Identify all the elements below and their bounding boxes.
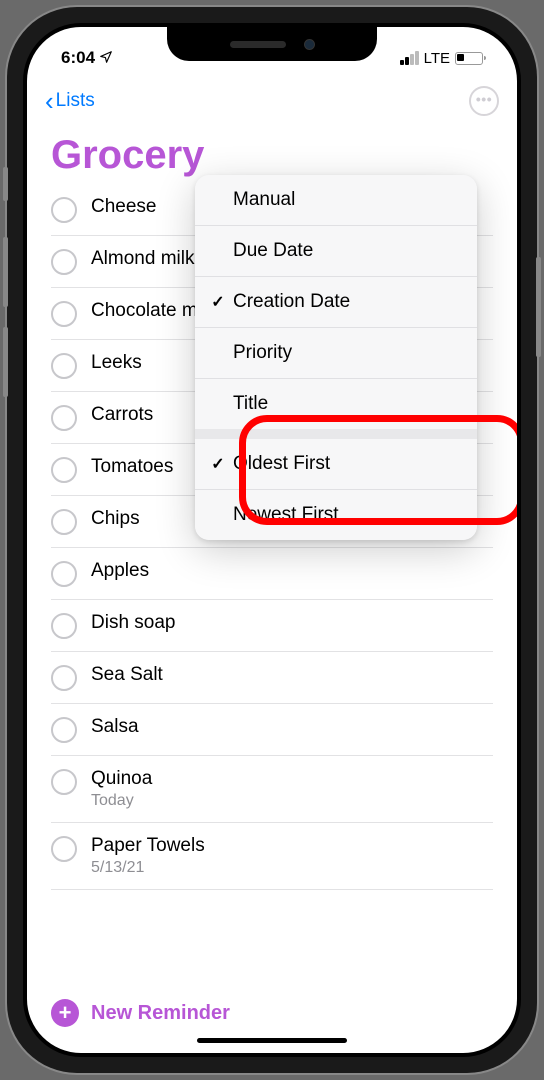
sort-menu-item[interactable]: ✓Creation Date	[195, 277, 477, 328]
menu-divider	[195, 429, 477, 439]
check-icon: ✓	[207, 454, 229, 474]
chevron-left-icon: ‹	[45, 88, 54, 114]
phone-frame: 6:04 LTE ‹ Lists •••	[7, 7, 537, 1073]
home-indicator[interactable]	[197, 1038, 347, 1043]
reminder-title: Sea Salt	[91, 664, 493, 686]
reminder-subtitle: 5/13/21	[91, 859, 493, 877]
network-label: LTE	[424, 50, 450, 67]
sort-menu-item[interactable]: ✓Oldest First	[195, 439, 477, 490]
complete-circle[interactable]	[51, 197, 77, 223]
complete-circle[interactable]	[51, 301, 77, 327]
complete-circle[interactable]	[51, 353, 77, 379]
complete-circle[interactable]	[51, 457, 77, 483]
complete-circle[interactable]	[51, 836, 77, 862]
sort-menu-group-sortby: ✓Manual✓Due Date✓Creation Date✓Priority✓…	[195, 175, 477, 429]
reminder-title: Apples	[91, 560, 493, 582]
location-icon	[99, 50, 113, 67]
reminder-row[interactable]: Quinoa Today	[51, 756, 493, 823]
mute-switch	[3, 167, 8, 201]
check-icon: ✓	[207, 292, 229, 312]
complete-circle[interactable]	[51, 509, 77, 535]
new-reminder-button[interactable]: + New Reminder	[51, 999, 493, 1027]
notch	[167, 27, 377, 61]
nav-bar: ‹ Lists •••	[27, 77, 517, 125]
plus-icon: +	[51, 999, 79, 1027]
complete-circle[interactable]	[51, 249, 77, 275]
list-title: Grocery	[51, 133, 493, 178]
complete-circle[interactable]	[51, 769, 77, 795]
sort-menu-item-label: Due Date	[233, 240, 313, 262]
back-label: Lists	[56, 90, 95, 112]
sort-menu-item-label: Priority	[233, 342, 292, 364]
reminder-title: Salsa	[91, 716, 493, 738]
sort-menu-item[interactable]: ✓Due Date	[195, 226, 477, 277]
battery-icon	[455, 52, 483, 65]
volume-up-button	[3, 237, 8, 307]
reminder-row[interactable]: Dish soap	[51, 600, 493, 652]
screen: 6:04 LTE ‹ Lists •••	[27, 27, 517, 1053]
cellular-signal-icon	[400, 51, 419, 65]
reminder-row[interactable]: Sea Salt	[51, 652, 493, 704]
sort-menu-item-label: Manual	[233, 189, 295, 211]
sort-menu-item[interactable]: ✓Newest First	[195, 490, 477, 540]
reminder-row[interactable]: Paper Towels 5/13/21	[51, 823, 493, 890]
complete-circle[interactable]	[51, 717, 77, 743]
sort-menu-item-label: Oldest First	[233, 453, 330, 475]
new-reminder-label: New Reminder	[91, 1002, 230, 1025]
speaker	[230, 41, 286, 48]
complete-circle[interactable]	[51, 405, 77, 431]
sort-menu-item[interactable]: ✓Manual	[195, 175, 477, 226]
sort-menu-popover: ✓Manual✓Due Date✓Creation Date✓Priority✓…	[195, 175, 477, 540]
reminder-row[interactable]: Salsa	[51, 704, 493, 756]
front-camera	[304, 39, 315, 50]
power-button	[536, 257, 541, 357]
reminder-row[interactable]: Apples	[51, 548, 493, 600]
sort-menu-item[interactable]: ✓Title	[195, 379, 477, 429]
reminder-subtitle: Today	[91, 792, 493, 810]
sort-menu-group-order: ✓Oldest First✓Newest First	[195, 439, 477, 540]
complete-circle[interactable]	[51, 613, 77, 639]
back-button[interactable]: ‹ Lists	[45, 88, 95, 114]
sort-menu-item-label: Newest First	[233, 504, 339, 526]
sort-menu-item-label: Title	[233, 393, 268, 415]
sort-menu-item[interactable]: ✓Priority	[195, 328, 477, 379]
more-button[interactable]: •••	[469, 86, 499, 116]
status-time: 6:04	[61, 48, 95, 68]
complete-circle[interactable]	[51, 561, 77, 587]
reminder-title: Dish soap	[91, 612, 493, 634]
complete-circle[interactable]	[51, 665, 77, 691]
reminder-title: Quinoa	[91, 768, 493, 790]
reminder-title: Paper Towels	[91, 835, 493, 857]
sort-menu-item-label: Creation Date	[233, 291, 350, 313]
volume-down-button	[3, 327, 8, 397]
